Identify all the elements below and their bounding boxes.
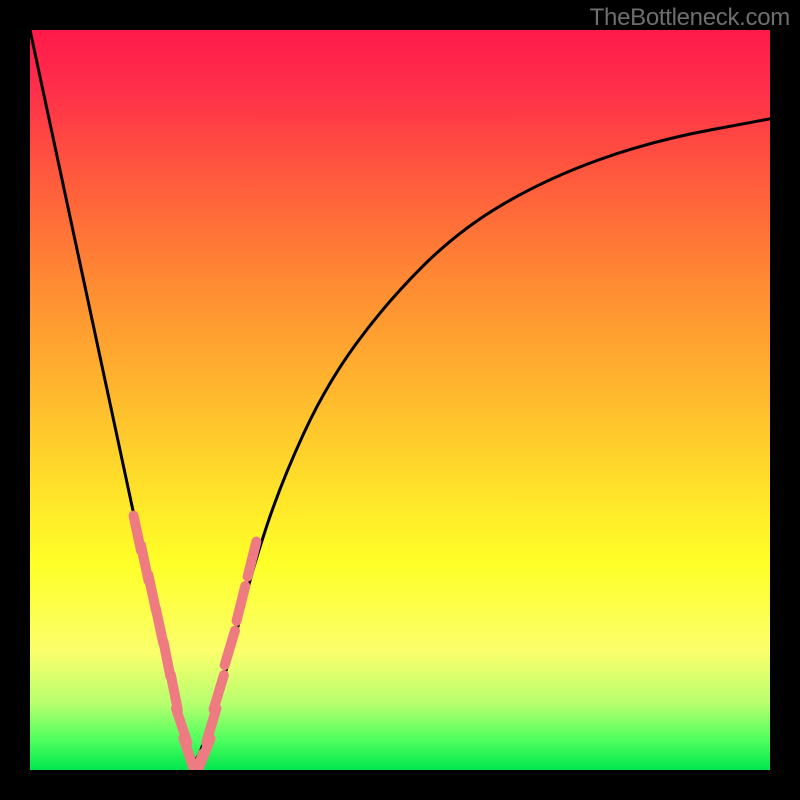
tick-marks-group [134, 516, 257, 770]
plot-area [30, 30, 770, 770]
bottleneck-curve [30, 30, 770, 760]
tick-mark [214, 675, 224, 709]
chart-frame: TheBottleneck.com [0, 0, 800, 800]
tick-mark [225, 631, 235, 665]
watermark-text: TheBottleneck.com [590, 4, 790, 32]
curve-svg [30, 30, 770, 770]
tick-mark [248, 542, 257, 577]
tick-mark [237, 586, 246, 621]
